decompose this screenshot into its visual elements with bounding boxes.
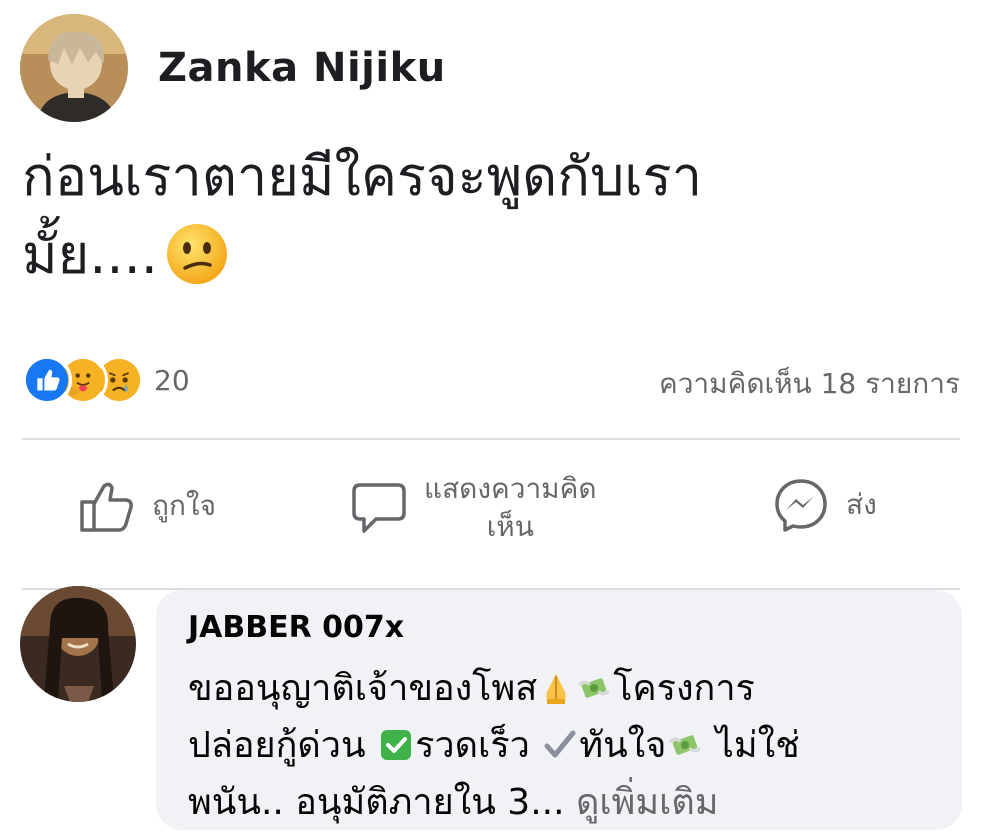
send-label: ส่ง	[846, 488, 877, 521]
comment-text-part-5: ทันใจ	[579, 725, 667, 766]
folded-hands-emoji	[546, 674, 566, 704]
comment-text-part-1: ขออนุญาติเจ้าของโพส	[188, 668, 538, 709]
comment-text-part-3: ปล่อยกู้ด่วน	[188, 725, 366, 766]
post-header: Zanka Nijiku	[20, 14, 446, 122]
comment-count[interactable]: ความคิดเห็น 18 รายการ	[659, 362, 960, 406]
comment-text-part-7: พนัน.. อนุมัติภายใน 3...	[188, 782, 576, 823]
post-text-line-2-text: มั้ย....	[22, 223, 158, 286]
reactions-summary[interactable]: 20	[22, 355, 190, 405]
comment-label-line-1: แสดงความคิด	[424, 472, 597, 505]
speech-bubble-icon	[352, 483, 406, 533]
see-more-link[interactable]: ดูเพิ่มเติม	[576, 782, 719, 823]
messenger-icon	[775, 479, 827, 532]
comment-text-part-4: รวดเร็ว	[415, 725, 530, 766]
check-mark-emoji	[544, 730, 576, 758]
reaction-count: 20	[154, 363, 190, 397]
money-with-wings-emoji	[669, 735, 702, 755]
post-action-bar: ถูกใจ แสดงความคิด เห็น ส่ง	[0, 442, 982, 588]
send-button[interactable]: ส่ง	[772, 476, 877, 534]
comment-bubble: JABBER 007x ขออนุญาติเจ้าของโพส โครงการ …	[156, 590, 962, 830]
commenter-avatar[interactable]	[20, 586, 136, 702]
post-author-name[interactable]: Zanka Nijiku	[158, 45, 446, 91]
like-button[interactable]: ถูกใจ	[78, 478, 216, 534]
comment-text: ขออนุญาติเจ้าของโพส โครงการ ปล่อยกู้ด่วน…	[188, 660, 948, 831]
comment-label-line-2: เห็น	[486, 510, 534, 543]
thumbs-up-icon	[80, 482, 133, 532]
like-label: ถูกใจ	[152, 489, 216, 522]
post-text: ก่อนเราตายมีใครจะพูดกับเรา มั้ย....	[22, 138, 922, 294]
comment-button[interactable]: แสดงความคิด เห็น	[350, 470, 597, 546]
author-avatar[interactable]	[20, 14, 128, 122]
check-mark-button-emoji	[381, 730, 412, 760]
money-with-wings-emoji	[578, 678, 611, 698]
comment-author-name[interactable]: JABBER 007x	[188, 610, 404, 645]
post-text-line-1: ก่อนเราตายมีใครจะพูดกับเรา	[22, 145, 703, 208]
comment-text-part-2: โครงการ	[613, 668, 755, 709]
post-text-line-2: มั้ย....	[22, 216, 922, 294]
like-reaction-icon	[22, 355, 72, 405]
comment-label: แสดงความคิด เห็น	[424, 470, 597, 546]
confused-face-emoji	[166, 224, 227, 284]
comment-text-part-6: ไม่ใช่	[704, 725, 800, 766]
divider	[22, 438, 960, 440]
